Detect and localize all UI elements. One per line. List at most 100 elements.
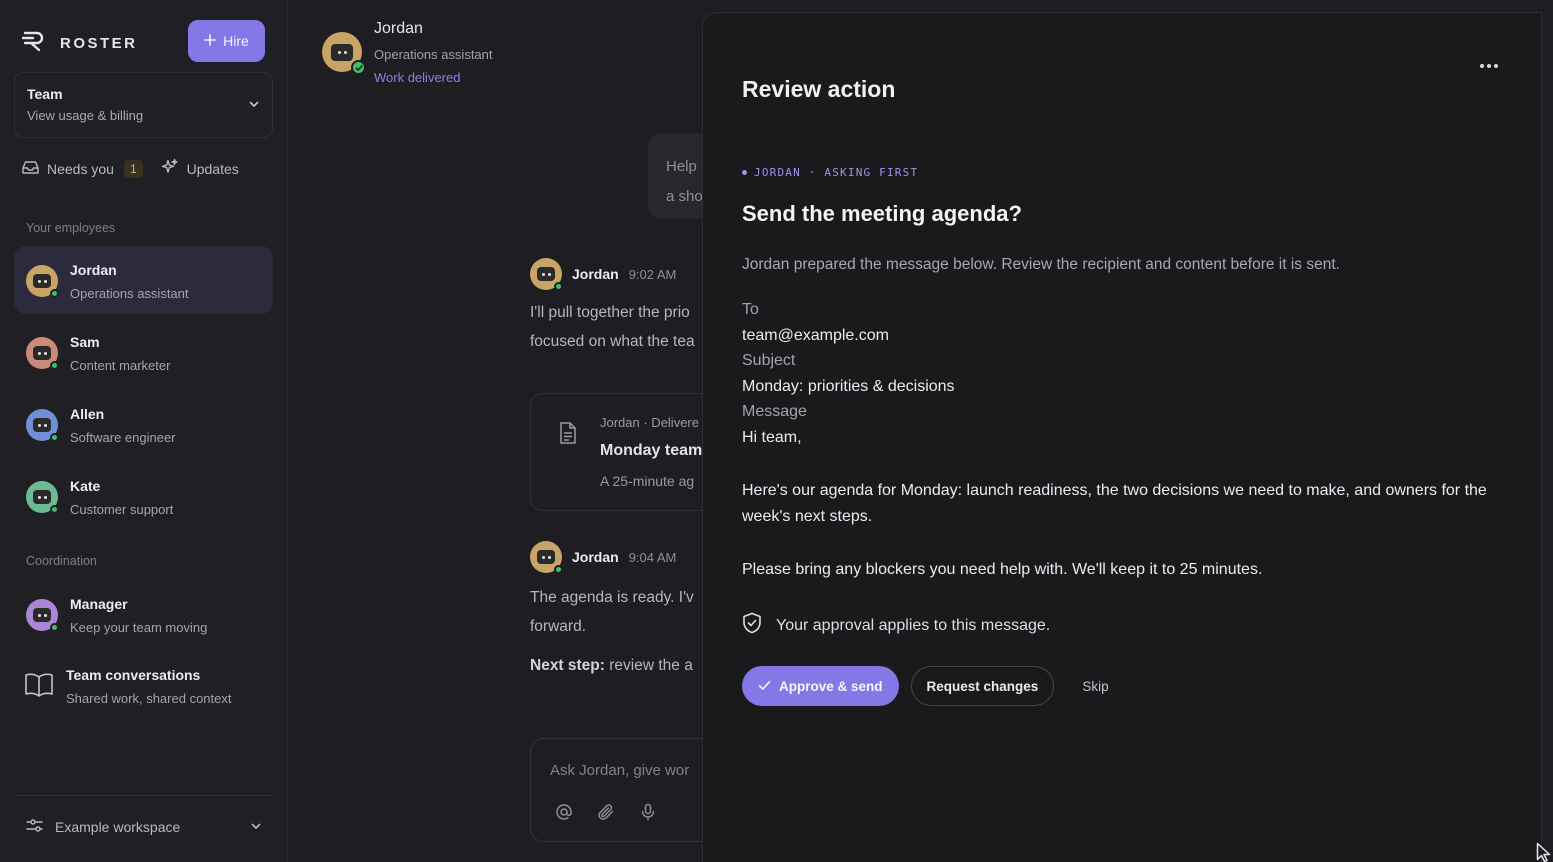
message-time: 9:02 AM xyxy=(628,266,677,282)
online-status-dot xyxy=(50,361,59,370)
workspace-selector[interactable]: Example workspace xyxy=(26,814,262,840)
message-paragraph: Here's our agenda for Monday: launch rea… xyxy=(742,482,1487,525)
team-selector[interactable]: Team View usage & billing xyxy=(14,72,273,138)
sidebar-item-allen[interactable]: Allen Software engineer xyxy=(14,390,273,458)
sidebar-item-jordan[interactable]: Jordan Operations assistant xyxy=(14,246,273,314)
avatar xyxy=(26,599,59,632)
avatar xyxy=(26,409,59,442)
employee-role: Customer support xyxy=(70,502,174,517)
online-status-dot xyxy=(50,289,59,298)
next-step-detail: review the a xyxy=(604,657,693,674)
message-composer[interactable]: Ask Jordan, give wor xyxy=(530,738,730,842)
divider xyxy=(16,795,272,796)
composer-placeholder: Ask Jordan, give wor xyxy=(550,762,690,779)
chevron-down-icon xyxy=(250,819,262,835)
employee-role: Operations assistant xyxy=(70,286,189,301)
more-icon xyxy=(1480,64,1484,68)
message-line: I'll pull together the prio xyxy=(530,304,690,321)
employee-name: Jordan xyxy=(70,262,117,278)
chat-avatar xyxy=(322,32,366,75)
avatar xyxy=(530,258,563,291)
hire-button[interactable]: Hire xyxy=(188,20,265,62)
hire-label: Hire xyxy=(223,33,249,49)
more-options-button[interactable] xyxy=(1477,57,1501,75)
avatar xyxy=(26,481,59,514)
manager-name: Manager xyxy=(70,596,128,612)
needs-you-link[interactable]: Needs you 1 xyxy=(22,159,143,178)
book-icon xyxy=(24,672,54,703)
online-status-dot xyxy=(50,623,59,632)
mouse-cursor-icon xyxy=(1536,842,1552,862)
manager-role: Keep your team moving xyxy=(70,620,208,635)
message-line: focused on what the tea xyxy=(530,333,695,350)
microphone-icon[interactable] xyxy=(639,803,657,826)
review-eyebrow-text: JORDAN · ASKING FIRST xyxy=(754,166,919,179)
inbox-icon xyxy=(22,160,39,178)
updates-link[interactable]: Updates xyxy=(161,158,239,179)
needs-you-count-badge: 1 xyxy=(123,159,143,178)
chat-employee-role: Operations assistant xyxy=(374,47,493,62)
brand-name: ROSTER xyxy=(60,35,138,52)
employee-name: Sam xyxy=(70,334,100,350)
updates-label: Updates xyxy=(186,160,239,177)
message-header: Jordan 9:02 AM xyxy=(530,258,677,291)
workspace-name: Example workspace xyxy=(55,819,181,835)
sidebar-item-manager[interactable]: Manager Keep your team moving xyxy=(14,580,273,648)
brand[interactable]: ROSTER xyxy=(21,30,138,57)
next-step-label: Next step: xyxy=(530,657,605,674)
approve-send-button[interactable]: Approve & send xyxy=(742,666,899,706)
check-icon xyxy=(758,679,771,694)
sidebar: ROSTER Hire Team View usage & billing Ne… xyxy=(0,0,288,862)
message-text: The agenda is ready. I'v forward. xyxy=(530,583,694,641)
coordination-section-label: Coordination xyxy=(26,554,97,568)
document-icon xyxy=(559,422,577,449)
sliders-icon xyxy=(26,818,43,836)
message-text: I'll pull together the prio focused on w… xyxy=(530,298,695,356)
message-paragraph: Please bring any blockers you need help … xyxy=(742,561,1263,578)
chevron-down-icon xyxy=(248,97,260,115)
review-panel: Review action JORDAN · ASKING FIRST Send… xyxy=(702,12,1542,862)
avatar xyxy=(530,541,563,574)
chat-employee-name: Jordan xyxy=(374,20,423,37)
next-step-text: Next step: review the a xyxy=(530,651,693,680)
approval-note-text: Your approval applies to this message. xyxy=(776,616,1051,634)
employee-role: Content marketer xyxy=(70,358,171,373)
message-label: Message xyxy=(742,403,807,420)
needs-you-label: Needs you xyxy=(47,160,114,177)
request-changes-button[interactable]: Request changes xyxy=(910,666,1055,706)
sidebar-item-sam[interactable]: Sam Content marketer xyxy=(14,318,273,386)
sparkle-icon xyxy=(161,158,179,179)
team-subtitle: View usage & billing xyxy=(27,108,144,123)
team-title: Team xyxy=(27,86,63,102)
status-dot xyxy=(742,170,747,175)
skip-button[interactable]: Skip xyxy=(1066,666,1124,706)
roster-logo-icon xyxy=(21,30,48,57)
deliverable-meta: Jordan · Delivere xyxy=(600,415,699,430)
online-status-dot xyxy=(554,282,563,291)
plus-icon xyxy=(204,33,216,49)
subject-label: Subject xyxy=(742,352,796,369)
shield-check-icon xyxy=(742,612,762,639)
avatar xyxy=(26,337,59,370)
check-badge-icon xyxy=(351,60,366,75)
paperclip-icon[interactable] xyxy=(597,803,615,826)
deliverable-card[interactable]: Jordan · Delivere Monday team A 25-minut… xyxy=(530,393,730,511)
approval-note: Your approval applies to this message. xyxy=(742,612,1050,639)
mention-icon[interactable] xyxy=(555,803,573,826)
online-status-dot xyxy=(554,565,563,574)
sidebar-item-team-conversations[interactable]: Team conversations Shared work, shared c… xyxy=(22,664,272,714)
message-time: 9:04 AM xyxy=(628,549,677,565)
avatar xyxy=(26,265,59,298)
to-label: To xyxy=(742,301,759,318)
conversations-name: Team conversations xyxy=(66,667,201,683)
sidebar-item-kate[interactable]: Kate Customer support xyxy=(14,462,273,530)
chat-status[interactable]: Work delivered xyxy=(374,70,460,85)
employee-name: Allen xyxy=(70,406,105,422)
composer-tools xyxy=(555,803,657,826)
employee-name: Kate xyxy=(70,478,101,494)
review-eyebrow: JORDAN · ASKING FIRST xyxy=(742,166,918,179)
message-header: Jordan 9:04 AM xyxy=(530,541,677,574)
online-status-dot xyxy=(50,505,59,514)
message-line: forward. xyxy=(530,618,586,635)
message-author: Jordan xyxy=(572,266,619,282)
